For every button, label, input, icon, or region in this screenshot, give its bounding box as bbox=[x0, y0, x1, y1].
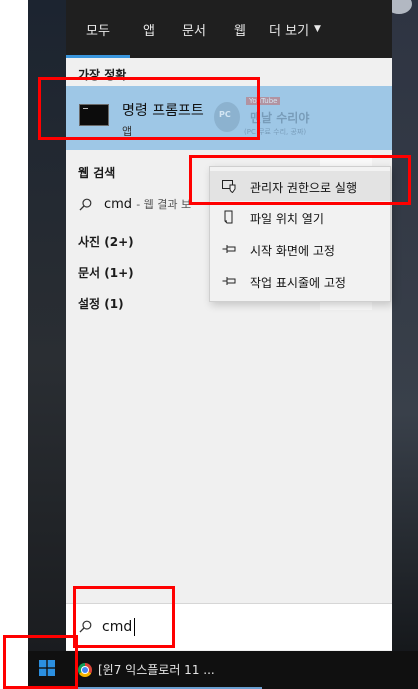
search-icon bbox=[79, 620, 92, 633]
context-menu: 관리자 권한으로 실행 파일 위치 열기 시작 화면에 고정 작업 표시줄에 고… bbox=[209, 166, 391, 302]
menu-item-open-file-location[interactable]: 파일 위치 열기 bbox=[210, 202, 390, 232]
best-match-subtitle: 앱 bbox=[122, 125, 133, 138]
windows-logo-icon bbox=[39, 660, 55, 676]
youtube-badge: YouTube bbox=[246, 97, 281, 105]
tab-apps-label: 앱 bbox=[143, 23, 155, 39]
category-documents[interactable]: 문서 (1+) bbox=[78, 264, 134, 281]
taskbar-left-margin bbox=[0, 651, 28, 689]
search-input[interactable] bbox=[102, 616, 302, 638]
menu-item-pin-to-taskbar-label: 작업 표시줄에 고정 bbox=[250, 276, 346, 290]
watermark-title: 맨날 수리야 bbox=[250, 111, 310, 125]
pin-icon bbox=[222, 245, 236, 253]
watermark-logo: PC bbox=[214, 102, 240, 132]
search-tabs-bar: 모두 앱 문서 웹 더 보기 ▼ bbox=[66, 0, 392, 58]
web-search-query: cmd bbox=[104, 197, 133, 212]
taskbar: [윈7 익스플로러 11 ... bbox=[0, 651, 418, 689]
menu-item-run-as-admin-label: 관리자 권한으로 실행 bbox=[250, 181, 357, 195]
shield-run-icon bbox=[222, 180, 236, 193]
tab-documents-label: 문서 bbox=[182, 23, 206, 39]
best-match-title: 명령 프롬프트 bbox=[122, 103, 204, 119]
desktop-background-right bbox=[386, 0, 418, 689]
tab-all-label: 모두 bbox=[86, 23, 110, 39]
search-icon bbox=[79, 198, 92, 211]
caret-down-icon: ▼ bbox=[314, 24, 321, 34]
tab-web[interactable]: 웹 bbox=[220, 0, 260, 58]
tab-apps[interactable]: 앱 bbox=[130, 0, 168, 58]
taskbar-item-label: [윈7 익스플로러 11 ... bbox=[98, 663, 215, 677]
web-search-heading: 웹 검색 bbox=[78, 166, 116, 180]
chrome-icon bbox=[78, 663, 92, 677]
taskbar-chrome-window[interactable]: [윈7 익스플로러 11 ... bbox=[72, 651, 262, 689]
start-search-panel: 모두 앱 문서 웹 더 보기 ▼ 가장 정확 명령 프롬프트 앱 PC YouT… bbox=[66, 0, 392, 655]
category-settings[interactable]: 설정 (1) bbox=[78, 295, 124, 312]
desktop-background-left bbox=[28, 0, 66, 655]
web-search-suffix: - 웹 결과 보 bbox=[136, 198, 192, 211]
watermark: PC YouTube 맨날 수리야 (PC 무료 수리, 공짜) bbox=[214, 94, 334, 144]
menu-item-open-file-location-label: 파일 위치 열기 bbox=[250, 212, 324, 226]
tab-all[interactable]: 모두 bbox=[66, 0, 130, 58]
menu-item-pin-to-taskbar[interactable]: 작업 표시줄에 고정 bbox=[210, 266, 390, 296]
open-file-icon bbox=[224, 210, 233, 224]
text-caret bbox=[134, 618, 135, 636]
watermark-subtitle: (PC 무료 수리, 공짜) bbox=[244, 128, 307, 136]
pin-icon bbox=[222, 277, 236, 285]
tab-documents[interactable]: 문서 bbox=[168, 0, 220, 58]
tab-web-label: 웹 bbox=[234, 23, 246, 39]
best-match-result[interactable]: 명령 프롬프트 앱 PC YouTube 맨날 수리야 (PC 무료 수리, 공… bbox=[66, 86, 392, 150]
tab-more[interactable]: 더 보기 ▼ bbox=[260, 0, 330, 58]
search-box[interactable] bbox=[66, 603, 392, 650]
best-match-heading: 가장 정확 bbox=[78, 68, 127, 82]
menu-item-run-as-admin[interactable]: 관리자 권한으로 실행 bbox=[210, 171, 390, 201]
category-photos[interactable]: 사진 (2+) bbox=[78, 233, 134, 250]
cmd-icon bbox=[79, 104, 109, 126]
tab-more-label: 더 보기 bbox=[269, 23, 310, 39]
menu-item-pin-to-start[interactable]: 시작 화면에 고정 bbox=[210, 234, 390, 264]
menu-item-pin-to-start-label: 시작 화면에 고정 bbox=[250, 244, 335, 258]
start-button[interactable] bbox=[28, 651, 66, 689]
